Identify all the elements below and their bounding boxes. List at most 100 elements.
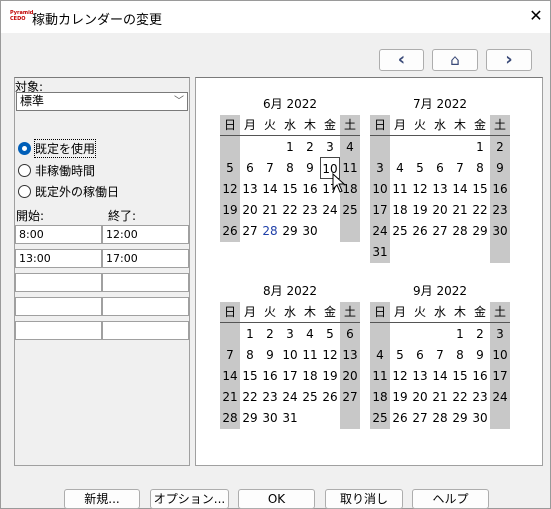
day-cell[interactable]: 13 [410, 365, 430, 387]
day-cell[interactable]: 6 [430, 157, 450, 179]
day-cell[interactable]: 27 [340, 386, 360, 408]
day-cell[interactable]: 22 [450, 386, 470, 408]
target-select[interactable]: 標準 ﹀ [16, 92, 188, 111]
day-cell[interactable]: 10 [370, 178, 390, 200]
day-cell[interactable]: 4 [370, 344, 390, 366]
day-cell[interactable]: 26 [410, 220, 430, 242]
day-cell[interactable]: 7 [220, 344, 240, 366]
start-time-field[interactable] [15, 273, 102, 292]
ok-button[interactable]: OK [238, 489, 315, 509]
day-cell[interactable]: 5 [410, 157, 430, 179]
start-time-field[interactable] [15, 297, 102, 316]
day-cell[interactable]: 8 [470, 157, 490, 179]
day-cell[interactable]: 31 [370, 241, 390, 263]
end-time-field[interactable] [102, 297, 189, 316]
day-cell[interactable]: 20 [340, 365, 360, 387]
day-cell[interactable]: 19 [390, 386, 410, 408]
current-month-button[interactable]: ⌂ [432, 49, 478, 71]
day-cell[interactable]: 13 [240, 178, 260, 200]
day-cell[interactable]: 25 [300, 386, 320, 408]
new-button[interactable]: 新規... [64, 489, 140, 509]
day-cell[interactable]: 28 [260, 220, 280, 242]
day-cell[interactable]: 6 [240, 157, 260, 179]
day-cell[interactable]: 23 [300, 199, 320, 221]
day-cell[interactable]: 2 [490, 136, 510, 158]
day-cell[interactable]: 15 [240, 365, 260, 387]
day-cell[interactable]: 11 [300, 344, 320, 366]
day-cell[interactable]: 28 [220, 407, 240, 429]
day-cell[interactable]: 10 [490, 344, 510, 366]
day-cell[interactable]: 2 [260, 323, 280, 345]
day-cell[interactable]: 9 [300, 157, 320, 179]
radio-use-default[interactable]: 既定を使用 [18, 138, 97, 158]
day-cell[interactable]: 14 [450, 178, 470, 200]
help-button[interactable]: ヘルプ [412, 489, 489, 509]
day-cell[interactable]: 22 [470, 199, 490, 221]
day-cell[interactable]: 23 [490, 199, 510, 221]
day-cell[interactable]: 11 [390, 178, 410, 200]
day-cell[interactable]: 30 [260, 407, 280, 429]
day-cell[interactable]: 13 [340, 344, 360, 366]
day-cell[interactable]: 3 [280, 323, 300, 345]
radio-button-icon[interactable] [18, 184, 31, 198]
day-cell[interactable]: 13 [430, 178, 450, 200]
day-cell[interactable]: 2 [470, 323, 490, 345]
day-cell[interactable]: 12 [390, 365, 410, 387]
day-cell[interactable]: 1 [280, 136, 300, 158]
day-cell[interactable]: 6 [410, 344, 430, 366]
day-cell[interactable]: 7 [450, 157, 470, 179]
day-cell[interactable]: 7 [260, 157, 280, 179]
day-cell[interactable]: 27 [410, 407, 430, 429]
day-cell[interactable]: 18 [370, 386, 390, 408]
day-cell[interactable]: 30 [490, 220, 510, 242]
day-cell[interactable]: 12 [410, 178, 430, 200]
day-cell[interactable]: 8 [240, 344, 260, 366]
day-cell[interactable]: 18 [300, 365, 320, 387]
day-cell[interactable]: 19 [410, 199, 430, 221]
next-month-button[interactable]: › [486, 49, 532, 71]
radio-button-icon[interactable] [18, 163, 31, 177]
day-cell[interactable]: 20 [240, 199, 260, 221]
day-cell[interactable]: 24 [370, 220, 390, 242]
day-cell[interactable]: 27 [240, 220, 260, 242]
day-cell[interactable]: 21 [430, 386, 450, 408]
day-cell[interactable]: 25 [390, 220, 410, 242]
day-cell[interactable]: 3 [370, 157, 390, 179]
day-cell[interactable]: 20 [410, 386, 430, 408]
day-cell[interactable]: 6 [340, 323, 360, 345]
start-time-field[interactable]: 8:00 [15, 225, 102, 244]
radio-non-working-time[interactable]: 非稼働時間 [18, 161, 95, 179]
day-cell[interactable]: 25 [340, 199, 360, 221]
day-cell[interactable]: 21 [220, 386, 240, 408]
day-cell[interactable]: 5 [320, 323, 340, 345]
options-button[interactable]: オプション... [150, 489, 229, 509]
day-cell[interactable]: 10 [280, 344, 300, 366]
day-cell[interactable]: 14 [260, 178, 280, 200]
day-cell[interactable]: 30 [470, 407, 490, 429]
day-cell[interactable]: 15 [450, 365, 470, 387]
day-cell[interactable]: 1 [450, 323, 470, 345]
day-cell[interactable]: 4 [340, 136, 360, 158]
day-cell[interactable]: 19 [220, 199, 240, 221]
day-cell[interactable]: 12 [220, 178, 240, 200]
day-cell[interactable]: 16 [470, 365, 490, 387]
day-cell[interactable]: 27 [430, 220, 450, 242]
prev-month-button[interactable]: ‹ [379, 49, 424, 71]
day-cell[interactable]: 15 [280, 178, 300, 200]
day-cell[interactable]: 22 [240, 386, 260, 408]
start-time-field[interactable] [15, 321, 102, 340]
day-cell[interactable]: 18 [390, 199, 410, 221]
day-cell[interactable]: 12 [320, 344, 340, 366]
day-cell[interactable]: 3 [490, 323, 510, 345]
close-icon[interactable]: ✕ [525, 5, 547, 27]
end-time-field[interactable] [102, 321, 189, 340]
end-time-field[interactable]: 17:00 [102, 249, 189, 268]
day-cell[interactable]: 29 [450, 407, 470, 429]
day-cell[interactable]: 23 [260, 386, 280, 408]
day-cell[interactable]: 4 [390, 157, 410, 179]
day-cell[interactable]: 4 [300, 323, 320, 345]
day-cell[interactable]: 16 [490, 178, 510, 200]
day-cell[interactable]: 20 [430, 199, 450, 221]
day-cell[interactable]: 16 [260, 365, 280, 387]
end-time-field[interactable] [102, 273, 189, 292]
